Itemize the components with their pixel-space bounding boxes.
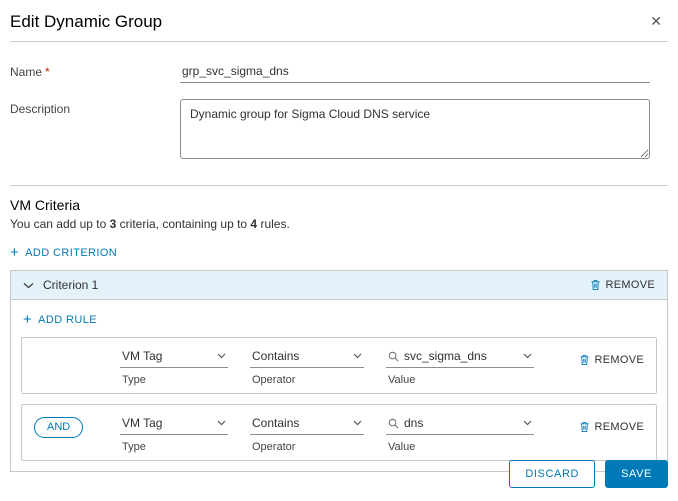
- criteria-help-text: You can add up to 3 criteria, containing…: [10, 217, 668, 231]
- remove-rule-label: REMOVE: [595, 421, 644, 433]
- value-select[interactable]: svc_sigma_dns: [386, 348, 534, 368]
- discard-button[interactable]: DISCARD: [509, 460, 595, 488]
- operator-select-value: Contains: [252, 416, 299, 430]
- save-button[interactable]: SAVE: [605, 460, 668, 488]
- criterion-panel: Criterion 1 REMOVE + ADD RULE VM Tag: [10, 270, 668, 472]
- add-rule-button[interactable]: + ADD RULE: [23, 312, 97, 327]
- criteria-help-suffix: rules.: [257, 217, 290, 231]
- name-row: Name*: [10, 62, 668, 83]
- value-select-value: svc_sigma_dns: [404, 349, 487, 363]
- required-asterisk: *: [45, 65, 50, 79]
- operator-select[interactable]: Contains: [250, 415, 364, 435]
- value-field-label: Value: [386, 374, 534, 386]
- type-select[interactable]: VM Tag: [120, 348, 228, 368]
- name-input[interactable]: [180, 62, 650, 83]
- edit-dynamic-group-dialog: Edit Dynamic Group ✕ Name* Description D…: [0, 0, 678, 501]
- chevron-down-icon: [211, 420, 226, 426]
- chevron-down-icon: [517, 353, 532, 359]
- type-field-label: Type: [120, 441, 228, 453]
- chevron-down-icon: [211, 353, 226, 359]
- dialog-header: Edit Dynamic Group ✕: [10, 12, 668, 42]
- type-select-value: VM Tag: [122, 416, 162, 430]
- rule-operator-group: Contains Operator: [250, 348, 364, 386]
- vm-criteria-heading: VM Criteria: [10, 197, 668, 213]
- description-input[interactable]: Dynamic group for Sigma Cloud DNS servic…: [180, 99, 650, 159]
- trash-icon: [590, 279, 601, 291]
- value-field-label: Value: [386, 441, 534, 453]
- close-icon[interactable]: ✕: [646, 12, 666, 30]
- description-label: Description: [10, 99, 180, 116]
- type-select-value: VM Tag: [122, 349, 162, 363]
- add-rule-label: ADD RULE: [38, 314, 97, 326]
- name-label-text: Name: [10, 65, 42, 79]
- trash-icon: [579, 354, 590, 366]
- and-connector-badge: AND: [34, 417, 83, 438]
- rule-value-group: dns Value: [386, 415, 534, 453]
- rule-row: AND VM Tag Type Contains Operator: [21, 404, 657, 461]
- add-criterion-button[interactable]: + ADD CRITERION: [10, 245, 117, 260]
- value-select-value: dns: [404, 416, 423, 430]
- rule-value-group: svc_sigma_dns Value: [386, 348, 534, 386]
- rule-type-group: VM Tag Type: [120, 415, 228, 453]
- chevron-down-icon: [517, 420, 532, 426]
- rule-connector: [34, 348, 120, 350]
- criterion-body: + ADD RULE VM Tag Type Contains: [11, 300, 667, 471]
- criterion-title: Criterion 1: [43, 278, 98, 292]
- operator-select[interactable]: Contains: [250, 348, 364, 368]
- rule-operator-group: Contains Operator: [250, 415, 364, 453]
- plus-icon: +: [10, 245, 19, 260]
- add-criterion-label: ADD CRITERION: [25, 247, 117, 259]
- chevron-down-icon[interactable]: [23, 282, 34, 289]
- section-divider: [10, 185, 668, 186]
- dialog-footer: DISCARD SAVE: [509, 460, 668, 488]
- type-select[interactable]: VM Tag: [120, 415, 228, 435]
- operator-field-label: Operator: [250, 441, 364, 453]
- chevron-down-icon: [347, 420, 362, 426]
- operator-field-label: Operator: [250, 374, 364, 386]
- rule-type-group: VM Tag Type: [120, 348, 228, 386]
- search-icon: [388, 418, 399, 429]
- chevron-down-icon: [347, 353, 362, 359]
- criteria-help-prefix: You can add up to: [10, 217, 110, 231]
- remove-rule-button[interactable]: REMOVE: [579, 348, 644, 366]
- rule-row: VM Tag Type Contains Operator svc_s: [21, 337, 657, 394]
- name-label: Name*: [10, 62, 180, 79]
- trash-icon: [579, 421, 590, 433]
- value-select[interactable]: dns: [386, 415, 534, 435]
- plus-icon: +: [23, 312, 32, 327]
- criteria-help-middle: criteria, containing up to: [116, 217, 250, 231]
- rule-connector: AND: [34, 415, 120, 438]
- remove-rule-button[interactable]: REMOVE: [579, 415, 644, 433]
- search-icon: [388, 351, 399, 362]
- operator-select-value: Contains: [252, 349, 299, 363]
- remove-rule-label: REMOVE: [595, 354, 644, 366]
- type-field-label: Type: [120, 374, 228, 386]
- description-row: Description Dynamic group for Sigma Clou…: [10, 99, 668, 159]
- remove-criterion-label: REMOVE: [606, 279, 655, 291]
- criterion-header: Criterion 1 REMOVE: [11, 271, 667, 300]
- remove-criterion-button[interactable]: REMOVE: [590, 279, 655, 291]
- dialog-title: Edit Dynamic Group: [10, 12, 162, 32]
